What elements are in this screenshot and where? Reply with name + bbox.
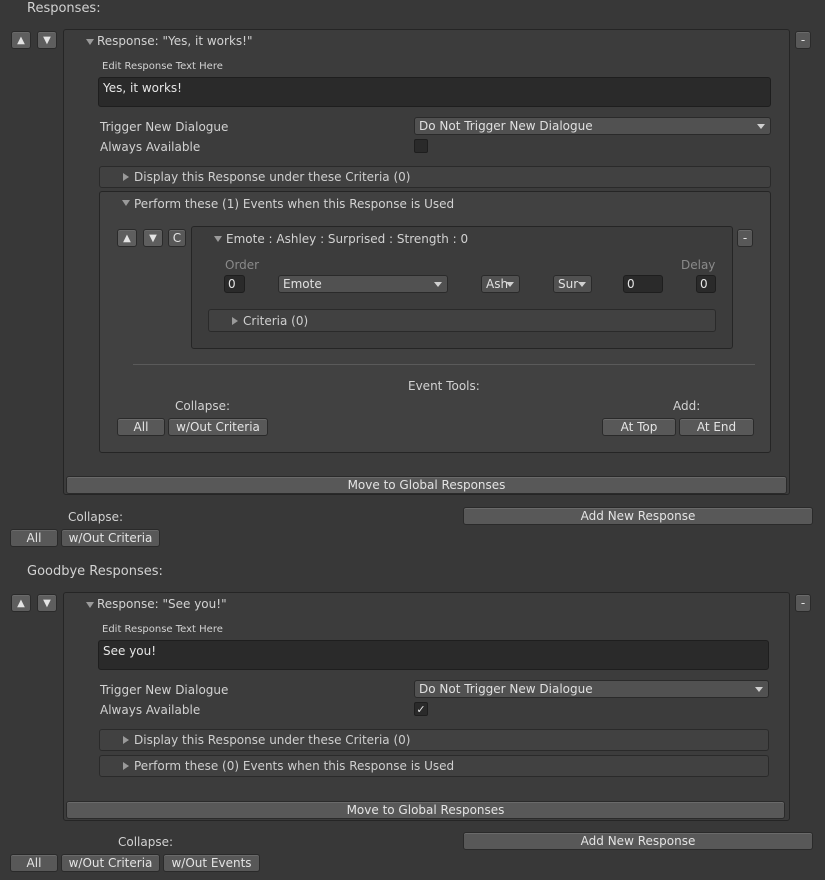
criteria-foldout-label: Display this Response under these Criter… [134,733,411,747]
delay-field[interactable]: 0 [696,275,716,293]
move-down-button[interactable]: ▼ [37,594,57,612]
events-foldout-label: Perform these (0) Events when this Respo… [134,759,455,773]
emotion-dropdown[interactable]: Sur [553,275,592,293]
responses-collapse-label: Collapse: [68,510,124,524]
chevron-down-icon [434,282,442,287]
event-criteria-foldout[interactable]: Criteria (0) [208,309,716,332]
move-down-button[interactable]: ▼ [37,31,57,49]
arrow-up-icon: ▲ [123,232,131,244]
events-collapse-label: Collapse: [175,399,231,413]
collapse-all-responses-button[interactable]: All [10,529,58,547]
move-up-button[interactable]: ▲ [11,31,31,49]
response-header[interactable]: Response: "Yes, it works!" [97,34,252,48]
always-available-label: Always Available [100,703,201,717]
always-available-checkbox[interactable] [414,139,428,153]
move-to-global-button[interactable]: Move to Global Responses [66,476,787,494]
criteria-foldout[interactable]: Display this Response under these Criter… [99,729,769,751]
add-event-at-end-button[interactable]: At End [679,418,754,436]
collapse-events-without-criteria-button[interactable]: w/Out Criteria [168,418,268,436]
character-value: Ash [486,277,509,291]
add-new-goodbye-response-button[interactable]: Add New Response [463,832,813,850]
collapse-all-events-button[interactable]: All [117,418,165,436]
foldout-collapsed-icon [123,762,129,770]
trigger-dialogue-dropdown[interactable]: Do Not Trigger New Dialogue [414,117,771,135]
trigger-dialogue-label: Trigger New Dialogue [100,683,229,697]
goodbye-response-header[interactable]: Response: "See you!" [97,597,227,611]
collapse-all-goodbye-button[interactable]: All [10,854,58,872]
foldout-collapsed-icon [123,173,129,181]
response-text-field[interactable]: Yes, it works! [98,77,771,107]
goodbye-response-text-field[interactable]: See you! [98,640,769,670]
trigger-dialogue-value: Do Not Trigger New Dialogue [419,682,593,696]
edit-response-label: Edit Response Text Here [102,624,223,635]
event-type-dropdown[interactable]: Emote [278,275,448,293]
chevron-down-icon [506,282,514,287]
foldout-expanded-icon[interactable] [214,236,222,242]
collapse-goodbye-without-events-button[interactable]: w/Out Events [163,854,260,872]
event-header[interactable]: Emote : Ashley : Surprised : Strength : … [226,232,468,246]
foldout-expanded-icon[interactable] [86,39,94,45]
foldout-collapsed-icon [232,317,238,325]
event-tools-label: Event Tools: [408,379,480,393]
delay-label: Delay [681,258,716,272]
event-type-value: Emote [283,277,322,291]
arrow-down-icon: ▼ [43,597,51,609]
event-copy-button[interactable]: C [168,229,186,247]
move-up-button[interactable]: ▲ [11,594,31,612]
goodbye-collapse-label: Collapse: [118,835,174,849]
divider [133,364,755,365]
add-event-at-top-button[interactable]: At Top [602,418,676,436]
foldout-collapsed-icon [123,736,129,744]
order-label: Order [225,258,260,272]
always-available-checkbox[interactable]: ✓ [414,702,428,716]
events-foldout[interactable]: Perform these (0) Events when this Respo… [99,755,769,777]
collapse-goodbye-without-criteria-button[interactable]: w/Out Criteria [61,854,160,872]
responses-title: Responses: [27,1,101,16]
arrow-up-icon: ▲ [17,34,25,46]
criteria-foldout[interactable]: Display this Response under these Criter… [99,166,771,188]
order-field[interactable]: 0 [224,275,245,293]
chevron-down-icon [755,687,763,692]
foldout-expanded-icon[interactable] [86,602,94,608]
move-to-global-button[interactable]: Move to Global Responses [66,801,785,819]
trigger-dialogue-dropdown[interactable]: Do Not Trigger New Dialogue [414,680,769,698]
events-add-label: Add: [673,399,701,413]
remove-response-button[interactable]: - [795,31,811,49]
events-foldout-label[interactable]: Perform these (1) Events when this Respo… [134,197,454,211]
trigger-dialogue-value: Do Not Trigger New Dialogue [419,119,593,133]
event-remove-button[interactable]: - [737,229,753,247]
trigger-dialogue-label: Trigger New Dialogue [100,120,229,134]
foldout-expanded-icon[interactable] [122,200,130,206]
chevron-down-icon [578,282,586,287]
emotion-value: Sur [558,277,579,291]
arrow-up-icon: ▲ [17,597,25,609]
goodbye-responses-title: Goodbye Responses: [27,564,163,579]
checkmark-icon: ✓ [416,702,426,716]
character-dropdown[interactable]: Ash [481,275,520,293]
event-criteria-label: Criteria (0) [243,313,309,328]
arrow-down-icon: ▼ [43,34,51,46]
criteria-foldout-label: Display this Response under these Criter… [134,170,411,184]
remove-response-button[interactable]: - [795,594,811,612]
collapse-responses-without-criteria-button[interactable]: w/Out Criteria [61,529,160,547]
add-new-response-button[interactable]: Add New Response [463,507,813,525]
always-available-label: Always Available [100,140,201,154]
event-move-up-button[interactable]: ▲ [117,229,137,247]
edit-response-label: Edit Response Text Here [102,61,223,72]
strength-field[interactable]: 0 [623,275,663,293]
event-move-down-button[interactable]: ▼ [143,229,163,247]
chevron-down-icon [757,124,765,129]
arrow-down-icon: ▼ [149,232,157,244]
